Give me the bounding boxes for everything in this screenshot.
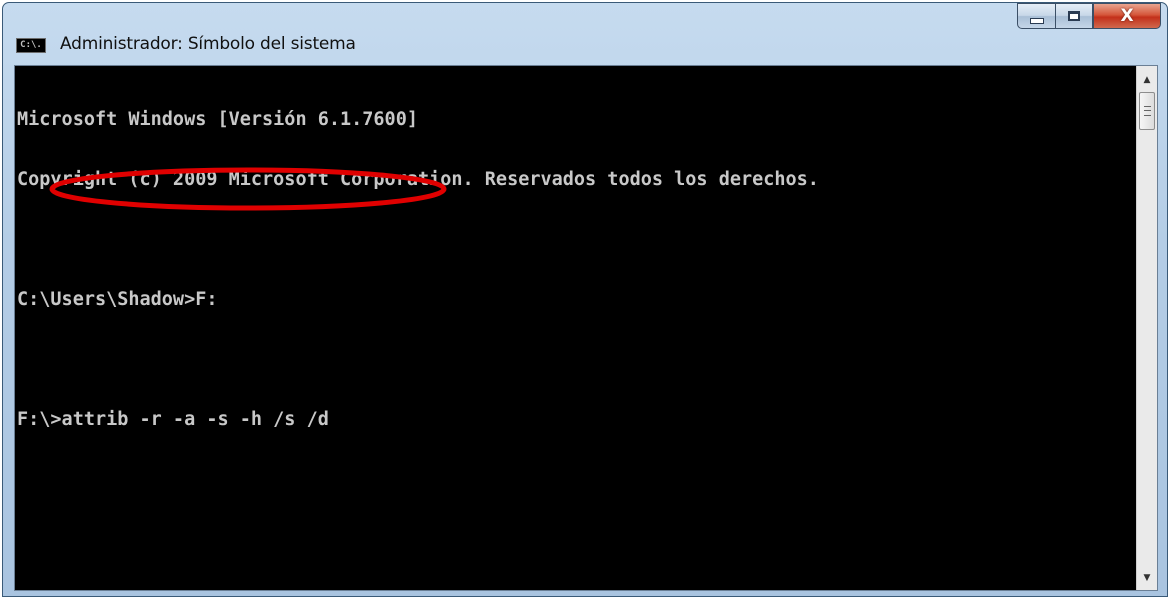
minimize-icon [1029, 18, 1044, 24]
command-line: F:\>attrib -r -a -s -h /s /d [17, 409, 329, 430]
window-controls: X [1017, 3, 1161, 33]
console-window: C:\. Administrador: Símbolo del sistema … [2, 2, 1168, 597]
minimize-button[interactable] [1017, 3, 1055, 29]
console-line: Microsoft Windows [Versión 6.1.7600] [17, 109, 418, 130]
console-line: Copyright (c) 2009 Microsoft Corporation… [17, 169, 819, 190]
grip-icon [1143, 106, 1151, 116]
title-bar[interactable]: C:\. Administrador: Símbolo del sistema … [3, 3, 1167, 65]
console-line: C:\Users\Shadow>F: [17, 289, 218, 310]
window-title: Administrador: Símbolo del sistema [60, 34, 356, 54]
console-output[interactable]: Microsoft Windows [Versión 6.1.7600] Cop… [15, 66, 1137, 590]
console-area[interactable]: Microsoft Windows [Versión 6.1.7600] Cop… [14, 65, 1158, 591]
maximize-button[interactable] [1055, 3, 1093, 29]
scroll-thumb[interactable] [1139, 92, 1155, 130]
scroll-up-arrow-icon[interactable]: ▲ [1137, 70, 1157, 90]
close-button[interactable]: X [1093, 3, 1161, 29]
close-icon: X [1120, 6, 1134, 26]
maximize-icon [1068, 11, 1080, 21]
scroll-down-arrow-icon[interactable]: ▼ [1137, 568, 1157, 588]
cmd-icon[interactable]: C:\. [16, 38, 46, 53]
vertical-scrollbar[interactable]: ▲ ▼ [1136, 66, 1157, 590]
